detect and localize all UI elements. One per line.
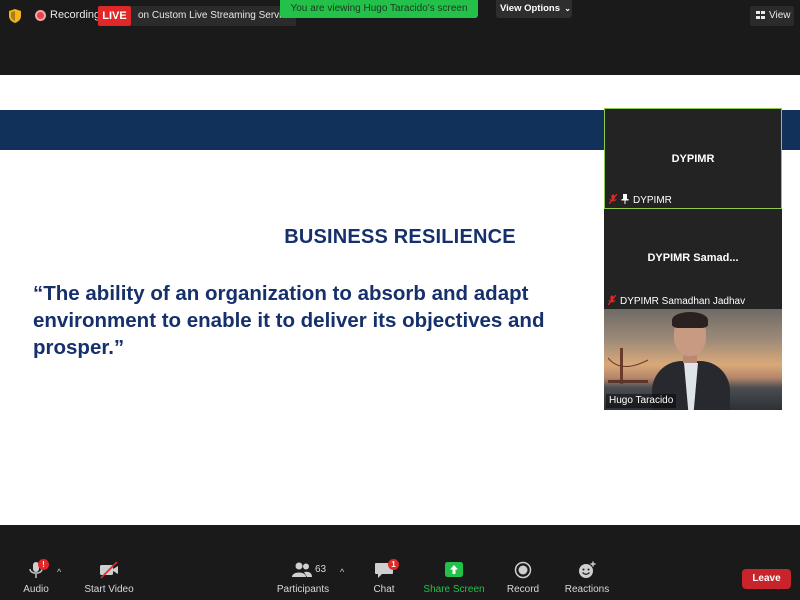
viewing-screen-banner: You are viewing Hugo Taracido's screen <box>280 0 478 18</box>
shield-icon[interactable] <box>9 9 21 23</box>
live-badge[interactable]: LIVE <box>98 6 131 26</box>
top-bar: Recording LIVE on Custom Live Streaming … <box>0 0 800 32</box>
mic-muted-icon <box>609 194 617 204</box>
audio-alert-badge: ! <box>38 559 49 570</box>
live-stream-label[interactable]: on Custom Live Streaming Service <box>131 6 296 26</box>
record-label: Record <box>506 584 540 595</box>
participant-display-name: DYPIMR Samad... <box>647 252 739 264</box>
participant-footer: DYPIMR Samadhan Jadhav <box>608 295 745 307</box>
participants-icon <box>292 562 312 577</box>
reactions-icon <box>579 561 596 578</box>
chevron-down-icon: ⌄ <box>562 4 571 13</box>
grid-view-icon <box>756 11 765 19</box>
participant-name: DYPIMR <box>633 195 672 206</box>
participant-footer: Hugo Taracido <box>606 394 677 408</box>
start-video-label: Start Video <box>84 584 134 595</box>
participant-tile-hugo[interactable]: Hugo Taracido <box>604 309 782 410</box>
view-options-label: View Options <box>500 3 561 14</box>
video-off-icon <box>100 561 118 579</box>
participant-name: DYPIMR Samadhan Jadhav <box>620 296 746 307</box>
meeting-toolbar: ! Audio ^ Start Video 63 Participants ^ <box>0 525 800 600</box>
view-options-button[interactable]: View Options ⌄ <box>496 0 572 18</box>
record-icon <box>514 561 532 579</box>
participants-count: 63 <box>315 564 327 575</box>
person-hair <box>672 312 708 328</box>
share-screen-icon <box>445 562 463 577</box>
recording-label[interactable]: Recording <box>50 9 100 21</box>
pin-icon <box>621 194 629 204</box>
zoom-meeting-window: Recording LIVE on Custom Live Streaming … <box>0 0 800 600</box>
participant-name: Hugo Taracido <box>609 395 674 406</box>
participants-options-caret[interactable]: ^ <box>340 567 344 577</box>
view-label: View <box>769 10 791 21</box>
audio-label: Audio <box>23 584 49 595</box>
chat-label: Chat <box>373 584 395 595</box>
bridge-background-graphic <box>608 348 648 384</box>
participant-footer: DYPIMR <box>609 194 672 206</box>
leave-button[interactable]: Leave <box>742 569 791 589</box>
share-screen-label: Share Screen <box>423 584 485 595</box>
recording-dot-icon <box>35 10 46 21</box>
audio-options-caret[interactable]: ^ <box>57 567 61 577</box>
reactions-label: Reactions <box>564 584 610 595</box>
participants-label: Participants <box>276 584 330 595</box>
chat-unread-badge: 1 <box>388 559 399 570</box>
participant-display-name: DYPIMR <box>671 153 715 165</box>
mic-muted-icon <box>608 295 616 305</box>
view-button[interactable]: View <box>750 6 794 26</box>
participant-tile-samadhan[interactable]: DYPIMR Samad... DYPIMR Samadhan Jadhav <box>604 209 782 309</box>
participant-tile-dypimr[interactable]: DYPIMR DYPIMR <box>604 108 782 209</box>
